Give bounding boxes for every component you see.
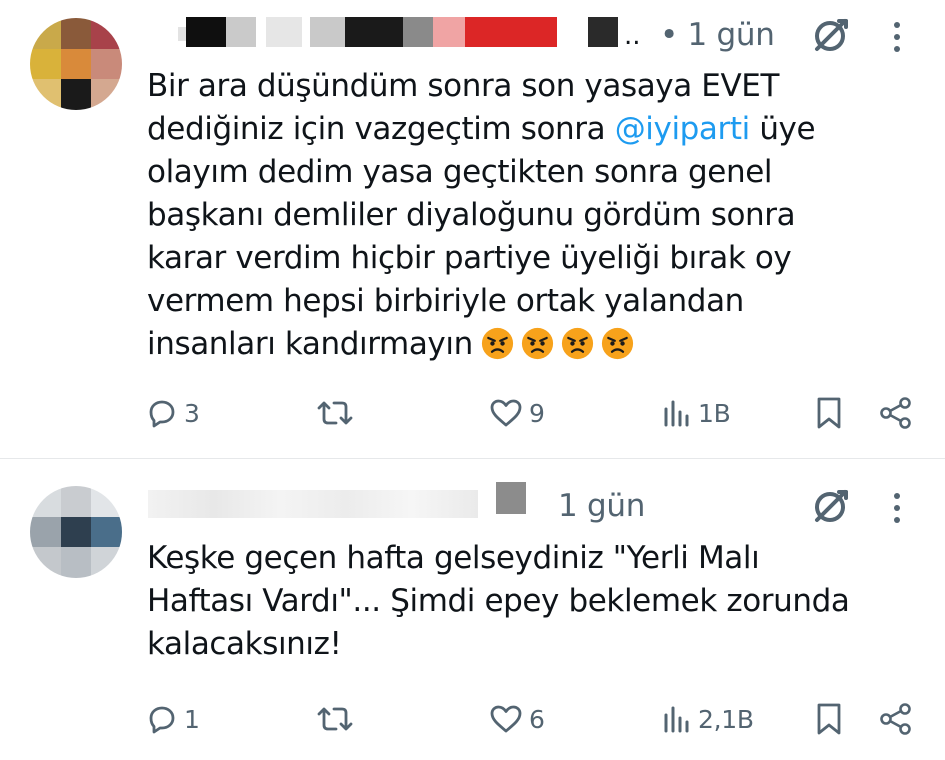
redacted-name	[186, 17, 226, 47]
more-icon[interactable]	[887, 19, 907, 55]
reply-post[interactable]: .. • 1 gün Bir ara düşündüm sonra son ya…	[0, 0, 945, 458]
post-body: Bir ara düşündüm sonra son yasaya EVET d…	[147, 65, 917, 366]
share-icon	[880, 397, 911, 429]
post-time[interactable]: 1 gün	[558, 488, 645, 524]
views-button[interactable]: 1B	[662, 393, 731, 433]
emoji-row	[481, 327, 634, 360]
like-button[interactable]: 6	[489, 699, 545, 739]
grok-icon[interactable]	[811, 486, 851, 526]
redacted-handle	[403, 17, 433, 47]
views-count: 2,1B	[698, 704, 754, 734]
avatar[interactable]	[30, 486, 122, 578]
bookmark-icon	[817, 703, 841, 735]
bookmark-icon	[817, 397, 841, 429]
reply-icon	[149, 706, 175, 734]
redacted-handle	[345, 17, 403, 47]
bookmark-button[interactable]	[815, 393, 843, 433]
reply-post[interactable]: 1 gün Keşke geçen hafta gelseydiniz "Yer…	[0, 459, 945, 760]
redacted-name	[226, 17, 256, 47]
post-header: 1 gün	[148, 482, 945, 534]
post-header: .. • 1 gün	[148, 13, 945, 63]
angry-face-icon	[561, 327, 593, 360]
post-body: Keşke geçen hafta gelseydiniz "Yerli Mal…	[147, 540, 850, 662]
reply-button[interactable]: 3	[146, 393, 200, 433]
grok-icon[interactable]	[811, 15, 851, 55]
views-count: 1B	[698, 398, 731, 428]
views-button[interactable]: 2,1B	[662, 699, 754, 739]
action-bar: 3 9 1B	[0, 393, 945, 433]
repost-icon	[317, 401, 353, 425]
views-icon	[664, 706, 689, 733]
reply-button[interactable]: 1	[146, 699, 200, 739]
share-button[interactable]	[879, 393, 913, 433]
angry-face-icon	[481, 327, 513, 360]
more-icon[interactable]	[887, 490, 907, 526]
like-count: 6	[529, 704, 545, 734]
repost-button[interactable]	[316, 699, 360, 739]
reply-count: 1	[184, 704, 200, 734]
reply-icon	[149, 400, 175, 428]
share-button[interactable]	[879, 699, 913, 739]
heart-icon	[490, 399, 522, 427]
ellipsis: ..	[624, 21, 641, 51]
post-text: üye olayım dedim yasa geçtikten sonra ge…	[147, 111, 816, 362]
reply-count: 3	[184, 398, 200, 428]
repost-icon	[317, 707, 353, 731]
redacted-handle	[433, 17, 465, 47]
mention-link[interactable]: @iyiparti	[615, 111, 751, 147]
like-button[interactable]: 9	[489, 393, 545, 433]
share-icon	[880, 703, 911, 735]
redacted-handle	[588, 17, 618, 47]
redacted-name	[266, 17, 302, 47]
redacted-handle	[310, 17, 345, 47]
views-icon	[664, 400, 689, 427]
angry-face-icon	[521, 327, 553, 360]
action-bar: 1 6 2,1B	[0, 699, 945, 739]
avatar[interactable]	[30, 18, 122, 110]
redacted-handle	[496, 482, 526, 514]
bookmark-button[interactable]	[815, 699, 843, 739]
like-count: 9	[529, 398, 545, 428]
post-time[interactable]: • 1 gün	[660, 17, 775, 53]
angry-face-icon	[601, 327, 633, 360]
repost-button[interactable]	[316, 393, 360, 433]
redacted-handle	[465, 17, 557, 47]
heart-icon	[490, 705, 522, 733]
redacted-name	[148, 490, 478, 518]
